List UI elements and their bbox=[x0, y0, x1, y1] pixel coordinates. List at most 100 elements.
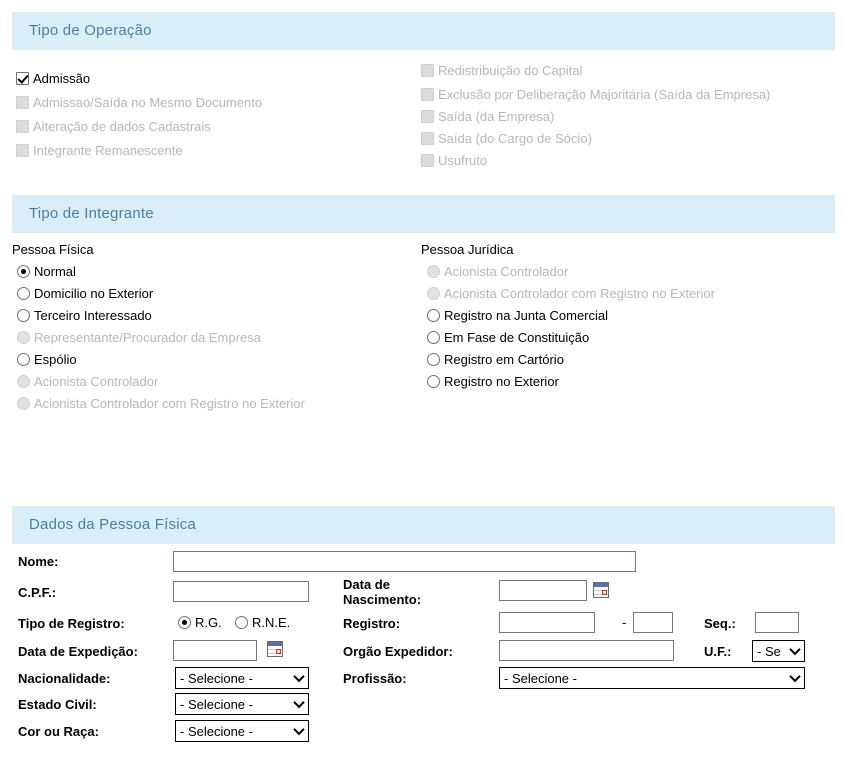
radio-pf-acionista-controlador-button bbox=[17, 375, 30, 388]
select-profissao-value: - Selecione - bbox=[504, 671, 577, 686]
label-profissao: Profissão: bbox=[343, 671, 407, 686]
checkbox-row-integrante-remanescente: Integrante Remanescente bbox=[16, 144, 183, 158]
form-page: Tipo de Operação Admissão Admissao/Saída… bbox=[0, 0, 844, 760]
radio-row-pf-normal[interactable]: Normal bbox=[17, 265, 76, 279]
calendar-icon-day-marker bbox=[276, 649, 281, 654]
radio-row-pf-terceiro-interessado[interactable]: Terceiro Interessado bbox=[17, 309, 152, 323]
checkbox-row-redistribuicao-capital: Redistribuição do Capital bbox=[421, 64, 583, 78]
input-registro-numero[interactable] bbox=[499, 612, 595, 633]
radio-row-pf-domicilio-exterior[interactable]: Domicilio no Exterior bbox=[17, 287, 153, 301]
section-title-dados-pessoa-fisica: Dados da Pessoa Física bbox=[29, 516, 196, 533]
radio-pf-acionista-controlador-exterior-label: Acionista Controlador com Registro no Ex… bbox=[34, 396, 305, 411]
radio-pf-domicilio-exterior-button[interactable] bbox=[17, 287, 30, 300]
radio-pj-em-fase-constituicao-button[interactable] bbox=[427, 331, 440, 344]
radio-pj-registro-exterior-button[interactable] bbox=[427, 375, 440, 388]
input-orgao-expedidor[interactable] bbox=[499, 640, 674, 661]
label-uf: U.F.: bbox=[704, 644, 732, 659]
radio-row-pf-acionista-controlador: Acionista Controlador bbox=[17, 375, 158, 389]
radio-pj-acionista-controlador-label: Acionista Controlador bbox=[444, 264, 569, 279]
checkbox-admissao-saida-mesmo-documento-box bbox=[16, 96, 29, 109]
calendar-icon-data-nascimento[interactable] bbox=[593, 582, 609, 598]
radio-pj-acionista-controlador-button bbox=[427, 265, 440, 278]
radio-pj-acionista-controlador-exterior-button bbox=[427, 287, 440, 300]
radio-pj-registro-cartorio-label: Registro em Cartório bbox=[444, 352, 564, 367]
radio-pf-representante-procurador-label: Representante/Procurador da Empresa bbox=[34, 330, 261, 345]
input-nome[interactable] bbox=[173, 551, 636, 572]
radio-pf-espolio-label: Espólio bbox=[34, 352, 77, 367]
radio-row-pj-registro-cartorio[interactable]: Registro em Cartório bbox=[427, 353, 564, 367]
chevron-down-icon bbox=[791, 647, 800, 653]
select-nacionalidade[interactable]: - Selecione - bbox=[175, 667, 309, 689]
checkbox-saida-cargo-socio-label: Saída (do Cargo de Sócio) bbox=[438, 131, 592, 146]
calendar-icon-day-marker bbox=[602, 590, 607, 595]
radio-row-pj-em-fase-constituicao[interactable]: Em Fase de Constituição bbox=[427, 331, 589, 345]
checkbox-row-saida-empresa: Saída (da Empresa) bbox=[421, 110, 554, 124]
checkbox-row-admissao-saida-mesmo-documento: Admissao/Saída no Mesmo Documento bbox=[16, 96, 262, 110]
radio-pf-espolio-button[interactable] bbox=[17, 353, 30, 366]
section-title-tipo-operacao: Tipo de Operação bbox=[29, 22, 152, 39]
chevron-down-icon bbox=[791, 674, 800, 680]
radio-pj-registro-exterior-label: Registro no Exterior bbox=[444, 374, 559, 389]
checkbox-redistribuicao-capital-label: Redistribuição do Capital bbox=[438, 63, 583, 78]
checkbox-row-exclusao-deliberacao-majoritaria: Exclusão por Deliberação Majoritária (Sa… bbox=[421, 88, 770, 102]
radio-pf-terceiro-interessado-button[interactable] bbox=[17, 309, 30, 322]
input-data-nascimento[interactable] bbox=[499, 580, 587, 601]
radio-pf-acionista-controlador-exterior-button bbox=[17, 397, 30, 410]
radio-row-pj-registro-exterior[interactable]: Registro no Exterior bbox=[427, 375, 559, 389]
radio-tipo-registro-rne-label: R.N.E. bbox=[252, 615, 291, 630]
input-seq[interactable] bbox=[755, 612, 799, 633]
checkbox-row-alteracao-dados-cadastrais: Alteração de dados Cadastrais bbox=[16, 120, 211, 134]
label-orgao-expedidor: Orgão Expedidor: bbox=[343, 644, 453, 659]
checkbox-saida-empresa-box bbox=[421, 110, 434, 123]
radio-row-pf-espolio[interactable]: Espólio bbox=[17, 353, 77, 367]
input-cpf[interactable] bbox=[173, 581, 309, 602]
chevron-down-icon bbox=[295, 700, 304, 706]
radio-row-tipo-registro-rg[interactable]: R.G. bbox=[178, 616, 222, 630]
checkbox-row-admissao[interactable]: Admissão bbox=[16, 72, 90, 86]
radio-pf-normal-button[interactable] bbox=[17, 265, 30, 278]
radio-row-pj-registro-junta-comercial[interactable]: Registro na Junta Comercial bbox=[427, 309, 608, 323]
label-data-nascimento-line2: Nascimento: bbox=[343, 592, 422, 607]
select-estado-civil[interactable]: - Selecione - bbox=[175, 693, 309, 715]
heading-pessoa-fisica: Pessoa Física bbox=[12, 242, 94, 257]
label-data-expedicao: Data de Expedição: bbox=[18, 644, 138, 659]
chevron-down-icon bbox=[295, 727, 304, 733]
radio-tipo-registro-rne-button[interactable] bbox=[235, 616, 248, 629]
checkbox-admissao-saida-mesmo-documento-label: Admissao/Saída no Mesmo Documento bbox=[33, 95, 263, 110]
radio-pf-domicilio-exterior-label: Domicilio no Exterior bbox=[34, 286, 154, 301]
select-uf[interactable]: - Se bbox=[752, 640, 805, 662]
label-tipo-registro: Tipo de Registro: bbox=[18, 616, 125, 631]
section-header-tipo-operacao: Tipo de Operação bbox=[12, 12, 835, 50]
checkbox-row-saida-cargo-socio: Saída (do Cargo de Sócio) bbox=[421, 132, 592, 146]
calendar-icon-data-expedicao[interactable] bbox=[267, 641, 283, 657]
radio-pj-em-fase-constituicao-label: Em Fase de Constituição bbox=[444, 330, 590, 345]
radio-pj-registro-junta-comercial-button[interactable] bbox=[427, 309, 440, 322]
label-nome: Nome: bbox=[18, 554, 59, 569]
checkbox-alteracao-dados-cadastrais-label: Alteração de dados Cadastrais bbox=[33, 119, 211, 134]
registro-separator-dash: - bbox=[622, 615, 627, 630]
radio-pj-registro-junta-comercial-label: Registro na Junta Comercial bbox=[444, 308, 609, 323]
radio-row-pj-acionista-controlador: Acionista Controlador bbox=[427, 265, 568, 279]
label-cpf: C.P.F.: bbox=[18, 585, 57, 600]
input-data-expedicao[interactable] bbox=[173, 640, 257, 661]
input-registro-digito[interactable] bbox=[633, 612, 673, 633]
checkbox-redistribuicao-capital-box bbox=[421, 64, 434, 77]
radio-pj-registro-cartorio-button[interactable] bbox=[427, 353, 440, 366]
radio-tipo-registro-rg-button[interactable] bbox=[178, 616, 191, 629]
section-header-tipo-integrante: Tipo de Integrante bbox=[12, 195, 835, 233]
label-estado-civil: Estado Civil: bbox=[18, 697, 97, 712]
radio-row-tipo-registro-rne[interactable]: R.N.E. bbox=[235, 616, 290, 630]
label-registro: Registro: bbox=[343, 616, 401, 631]
select-cor-raca-value: - Selecione - bbox=[180, 724, 253, 739]
checkbox-admissao-label: Admissão bbox=[33, 71, 91, 86]
checkbox-usufruto-label: Usufruto bbox=[438, 153, 488, 168]
checkbox-integrante-remanescente-label: Integrante Remanescente bbox=[33, 143, 183, 158]
select-cor-raca[interactable]: - Selecione - bbox=[175, 720, 309, 742]
radio-row-pj-acionista-controlador-exterior: Acionista Controlador com Registro no Ex… bbox=[427, 287, 715, 301]
select-profissao[interactable]: - Selecione - bbox=[499, 667, 805, 689]
checkbox-saida-empresa-label: Saída (da Empresa) bbox=[438, 109, 555, 124]
calendar-icon-header bbox=[268, 642, 282, 646]
checkbox-admissao-box[interactable] bbox=[16, 72, 29, 85]
radio-row-pf-representante-procurador: Representante/Procurador da Empresa bbox=[17, 331, 261, 345]
calendar-icon-header bbox=[594, 583, 608, 587]
